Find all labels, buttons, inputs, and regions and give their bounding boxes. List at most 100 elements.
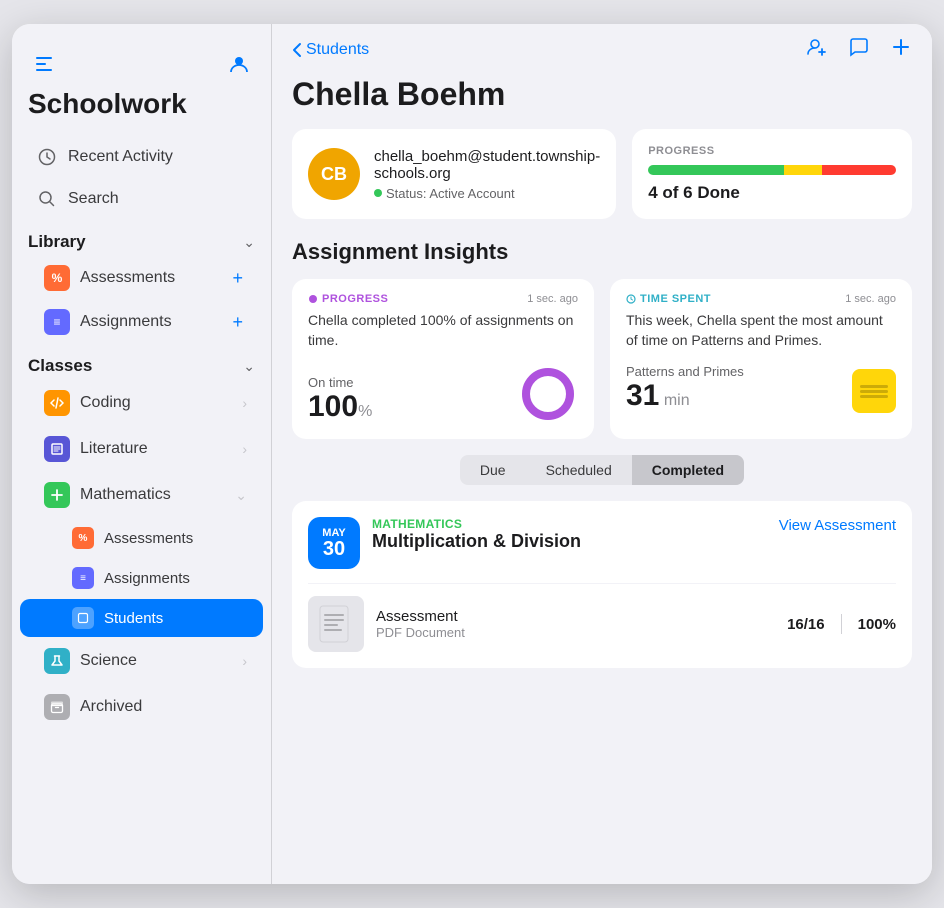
coding-icon (44, 390, 70, 416)
assessments-icon: % (44, 265, 70, 291)
progress-insight-desc: Chella completed 100% of assignments on … (308, 311, 578, 350)
clock-icon (36, 146, 58, 168)
doc-name: Assessment (376, 608, 775, 625)
patterns-label: Patterns and Primes (626, 364, 744, 379)
progress-label: PROGRESS (648, 145, 896, 157)
progress-tag-label: PROGRESS (322, 293, 388, 305)
tab-scheduled[interactable]: Scheduled (526, 455, 632, 485)
note-line-2 (860, 390, 888, 393)
time-metric: Patterns and Primes 31 min (626, 364, 744, 413)
sidebar-item-coding[interactable]: Coding › (20, 381, 263, 425)
coding-chevron-icon: › (242, 395, 247, 411)
time-metric-value-row: 31 min (626, 379, 744, 413)
sidebar-item-math-assignments[interactable]: ≡ Assignments (20, 559, 263, 597)
library-chevron-icon[interactable]: ⌄ (243, 234, 255, 251)
progress-card: PROGRESS 4 of 6 Done (632, 129, 912, 219)
time-metric-unit: min (664, 392, 690, 409)
math-assignments-label: Assignments (104, 570, 190, 587)
donut-chart (518, 364, 578, 424)
math-students-label: Students (104, 610, 163, 627)
assignment-header: MAY 30 MATHEMATICS Multiplication & Divi… (308, 517, 896, 569)
search-icon (36, 188, 58, 210)
assignments-icon: ≡ (44, 309, 70, 335)
progress-insight-header: PROGRESS 1 sec. ago (308, 293, 578, 305)
time-insight-header: TIME SPENT 1 sec. ago (626, 293, 896, 305)
add-assessments-button[interactable]: + (228, 268, 247, 289)
app-title: Schoolwork (12, 84, 271, 136)
top-cards: CB chella_boehm@student.township-schools… (292, 129, 912, 219)
sidebar-item-math-students[interactable]: Students (20, 599, 263, 637)
lib-assignments-label: Assignments (80, 313, 218, 331)
doc-thumbnail (308, 596, 364, 652)
student-email: chella_boehm@student.township-schools.or… (374, 148, 600, 182)
progress-insight-card: PROGRESS 1 sec. ago Chella completed 100… (292, 279, 594, 439)
classes-title: Classes (28, 356, 92, 376)
message-button[interactable] (848, 36, 870, 64)
tab-completed[interactable]: Completed (632, 455, 744, 485)
time-tag: TIME SPENT (626, 293, 711, 305)
time-metric-value: 31 (626, 379, 659, 412)
view-assessment-button[interactable]: View Assessment (779, 517, 896, 534)
donut-container: On time 100% (308, 364, 578, 424)
sidebar-item-science[interactable]: Science › (20, 639, 263, 683)
math-students-sub-icon (72, 607, 94, 629)
library-title: Library (28, 232, 86, 252)
back-button[interactable]: Students (292, 41, 369, 59)
student-info-card: CB chella_boehm@student.township-schools… (292, 129, 616, 219)
note-icon (852, 369, 896, 413)
sidebar-toggle-button[interactable] (28, 48, 60, 80)
mathematics-chevron-icon: ⌄ (235, 487, 247, 504)
assignment-class: MATHEMATICS (372, 517, 767, 531)
tab-due[interactable]: Due (460, 455, 526, 485)
date-day: 30 (323, 539, 345, 559)
coding-label: Coding (80, 394, 232, 412)
student-name: Chella Boehm (292, 76, 912, 113)
math-assignments-sub-icon: ≡ (72, 567, 94, 589)
progress-metric-label: On time (308, 375, 372, 390)
sidebar-item-lib-assignments[interactable]: ≡ Assignments + (20, 301, 263, 343)
student-details: chella_boehm@student.township-schools.or… (374, 148, 600, 201)
classes-section-header: Classes ⌄ (12, 348, 271, 380)
sidebar-item-search[interactable]: Search (20, 179, 263, 219)
sidebar-item-mathematics[interactable]: Mathematics ⌄ (20, 473, 263, 517)
progress-metric-value-row: 100% (308, 390, 372, 424)
main-toolbar: Students (272, 24, 932, 76)
literature-label: Literature (80, 440, 232, 458)
progress-metric: On time 100% (308, 375, 372, 424)
assignment-meta: MATHEMATICS Multiplication & Division (372, 517, 767, 552)
doc-scores: 16/16 100% (787, 614, 896, 634)
note-line-3 (860, 395, 888, 398)
avatar: CB (308, 148, 360, 200)
add-student-button[interactable] (806, 36, 828, 64)
note-line-1 (860, 385, 888, 388)
progress-tag: PROGRESS (308, 293, 388, 305)
add-assignments-button[interactable]: + (228, 312, 247, 333)
library-section-header: Library ⌄ (12, 224, 271, 256)
sidebar-item-math-assessments[interactable]: % Assessments (20, 519, 263, 557)
sidebar-item-archived[interactable]: Archived (20, 685, 263, 729)
time-insight-desc: This week, Chella spent the most amount … (626, 311, 896, 350)
recent-activity-label: Recent Activity (68, 148, 247, 166)
progress-bar (648, 165, 896, 175)
math-assessments-label: Assessments (104, 530, 193, 547)
toolbar-actions (806, 36, 912, 64)
sidebar-item-literature[interactable]: Literature › (20, 427, 263, 471)
main-body: Chella Boehm CB chella_boehm@student.tow… (272, 76, 932, 884)
classes-chevron-icon[interactable]: ⌄ (243, 358, 255, 375)
insights-cards: PROGRESS 1 sec. ago Chella completed 100… (292, 279, 912, 439)
doc-score-pct: 100% (858, 616, 896, 633)
sidebar: Schoolwork Recent Activity Search Lib (12, 24, 272, 884)
search-label: Search (68, 190, 247, 208)
insights-title: Assignment Insights (292, 239, 912, 265)
science-label: Science (80, 652, 232, 670)
profile-button[interactable] (223, 48, 255, 80)
archived-label: Archived (80, 698, 247, 716)
progress-bar-green (648, 165, 784, 175)
sidebar-item-recent-activity[interactable]: Recent Activity (20, 137, 263, 177)
sidebar-header (12, 40, 271, 84)
progress-metric-unit: % (358, 403, 372, 420)
add-button[interactable] (890, 36, 912, 64)
sidebar-item-lib-assessments[interactable]: % Assessments + (20, 257, 263, 299)
literature-icon (44, 436, 70, 462)
progress-metric-value: 100 (308, 390, 358, 423)
